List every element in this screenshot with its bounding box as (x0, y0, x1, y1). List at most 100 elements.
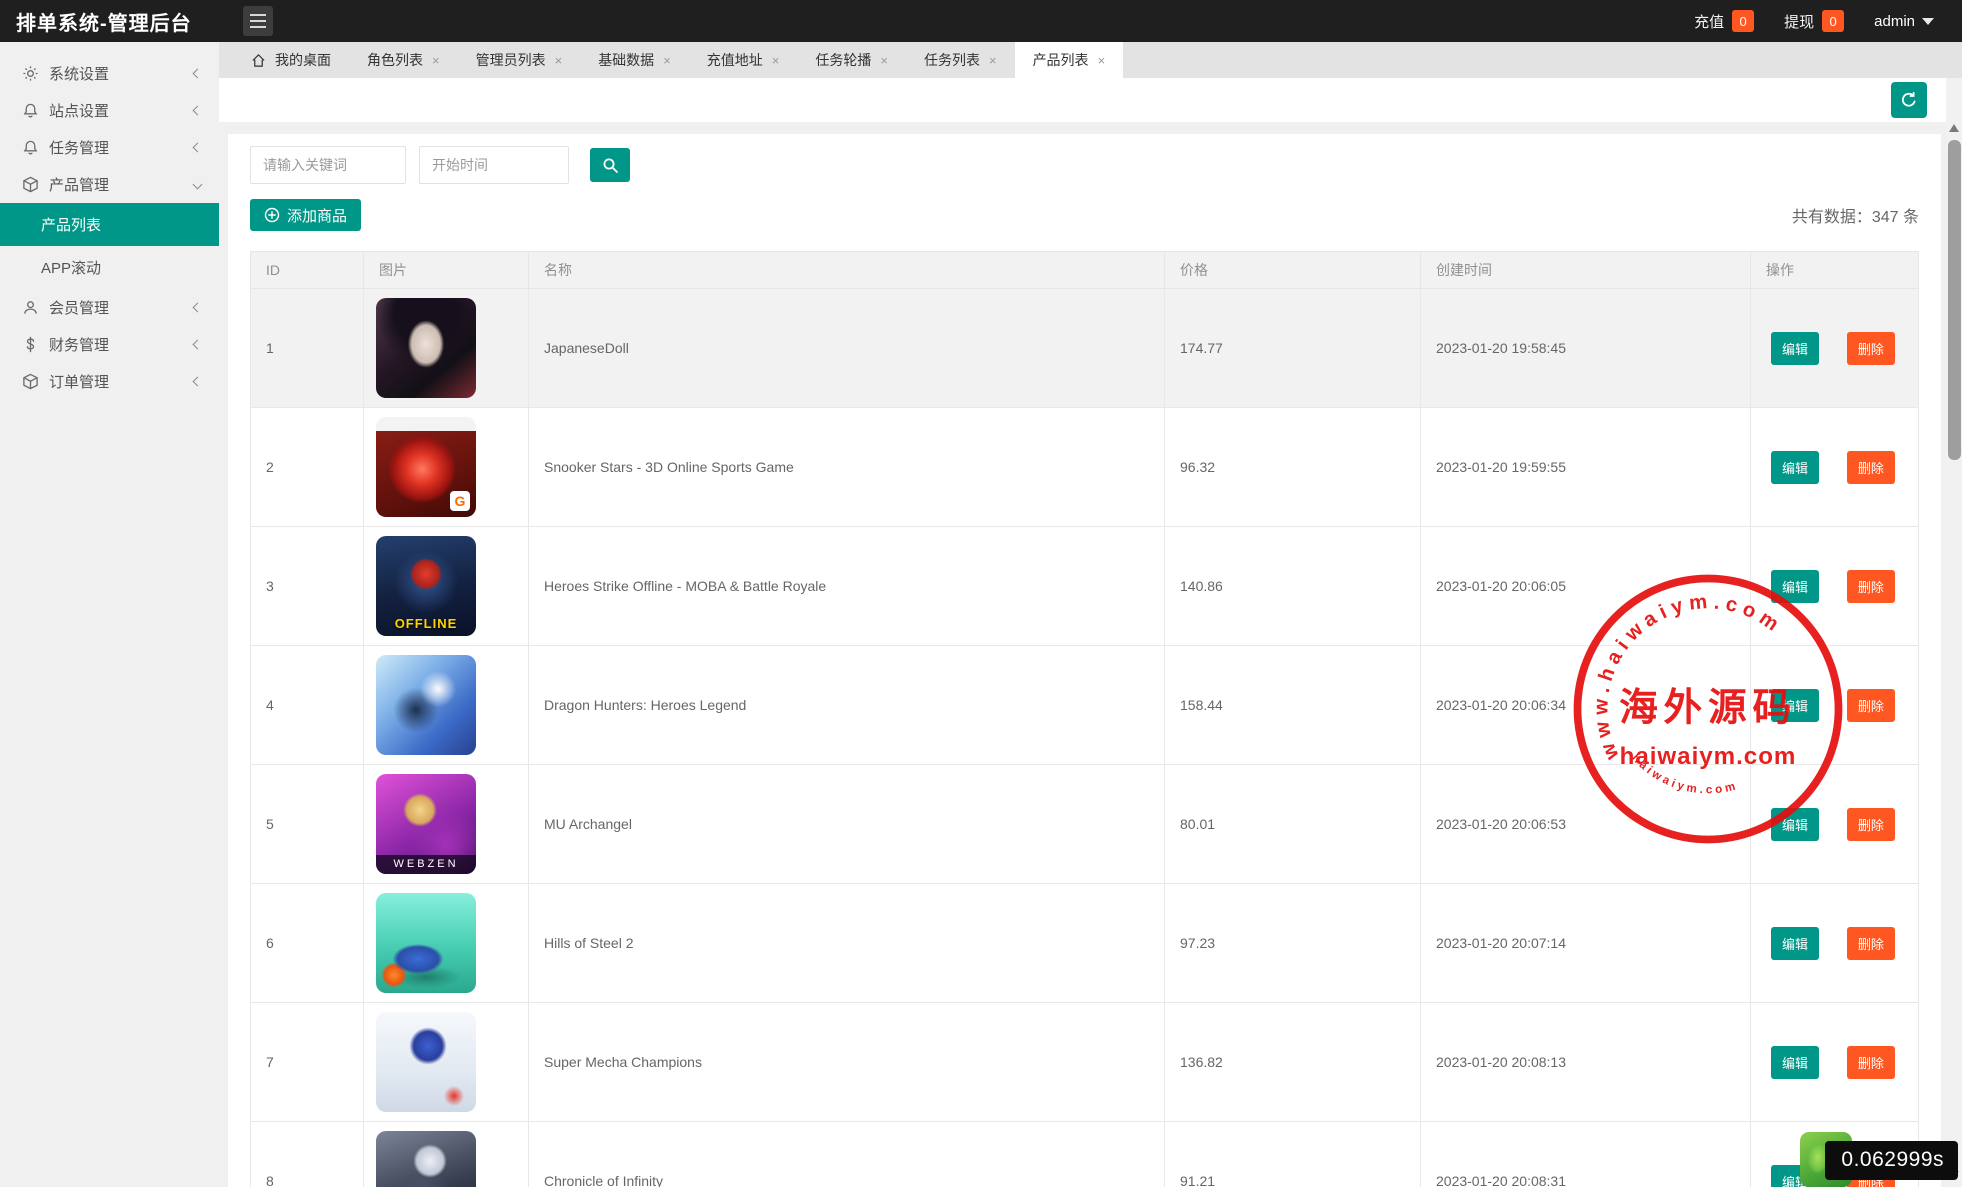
close-icon[interactable]: × (1098, 54, 1106, 67)
chevron-down-icon (193, 180, 203, 190)
close-icon[interactable]: × (663, 54, 671, 67)
sidebar-item-product-list[interactable]: 产品列表 (0, 203, 219, 246)
product-image (376, 298, 476, 398)
sidebar-item-label: 系统设置 (49, 63, 109, 84)
delete-button[interactable]: 删除 (1847, 927, 1895, 960)
top-header: 排单系统-管理后台 充值 0 提现 0 admin (0, 0, 1962, 42)
sidebar-item-product-management[interactable]: 产品管理 (0, 166, 219, 203)
username: admin (1874, 13, 1915, 30)
edit-button[interactable]: 编辑 (1771, 1046, 1819, 1079)
sidebar-item-system-settings[interactable]: 系统设置 (0, 55, 219, 92)
delete-button[interactable]: 删除 (1847, 570, 1895, 603)
delete-button[interactable]: 删除 (1847, 1046, 1895, 1079)
cell-price: 96.32 (1165, 408, 1421, 527)
close-icon[interactable]: × (989, 54, 997, 67)
sidebar-item-task-management[interactable]: 任务管理 (0, 129, 219, 166)
dollar-icon (22, 336, 39, 353)
cell-name: Chronicle of Infinity (529, 1122, 1165, 1187)
col-header-created: 创建时间 (1421, 252, 1751, 289)
table-row: 1 JapaneseDoll 174.77 2023-01-20 19:58 (251, 289, 1919, 408)
product-image-badge: G (450, 491, 470, 511)
close-icon[interactable]: × (772, 54, 780, 67)
cell-created: 2023-01-20 20:07:14 (1421, 884, 1751, 1003)
cell-price: 91.21 (1165, 1122, 1421, 1187)
sidebar-item-label: 财务管理 (49, 334, 109, 355)
delete-button[interactable]: 删除 (1847, 332, 1895, 365)
tab-product-list[interactable]: 产品列表× (1015, 42, 1124, 78)
search-icon (602, 157, 619, 174)
add-product-label: 添加商品 (287, 205, 347, 226)
edit-button[interactable]: 编辑 (1771, 451, 1819, 484)
total-count: 共有数据：347 条 (1792, 203, 1919, 227)
close-icon[interactable]: × (880, 54, 888, 67)
delete-button[interactable]: 删除 (1847, 689, 1895, 722)
cell-image (364, 1122, 529, 1187)
sidebar-item-app-scroll[interactable]: APP滚动 (0, 246, 219, 289)
close-icon[interactable]: × (432, 54, 440, 67)
cell-image (364, 289, 529, 408)
refresh-button[interactable] (1891, 82, 1927, 118)
withdraw-indicator[interactable]: 提现 0 (1784, 10, 1844, 32)
sidebar-item-order-management[interactable]: 订单管理 (0, 363, 219, 400)
sidebar-item-label: 站点设置 (49, 100, 109, 121)
cell-actions: 编辑 删除 (1751, 408, 1919, 527)
edit-button[interactable]: 编辑 (1771, 927, 1819, 960)
sidebar: 系统设置 站点设置 任务管理 产品管理 产品列表 (0, 42, 219, 1187)
delete-button[interactable]: 删除 (1847, 451, 1895, 484)
edit-button[interactable]: 编辑 (1771, 689, 1819, 722)
product-image (376, 1131, 476, 1187)
edit-button[interactable]: 编辑 (1771, 570, 1819, 603)
user-dropdown[interactable]: admin (1874, 13, 1934, 30)
tab-label: 基础数据 (598, 50, 654, 70)
tab-recharge-address[interactable]: 充值地址 × (689, 42, 798, 78)
product-table: ID 图片 名称 价格 创建时间 操作 1 (250, 251, 1919, 1187)
edit-button[interactable]: 编辑 (1771, 808, 1819, 841)
tab-task-list[interactable]: 任务列表 × (906, 42, 1015, 78)
cube-icon (22, 176, 39, 193)
keyword-input[interactable] (250, 146, 406, 184)
sidebar-item-site-settings[interactable]: 站点设置 (0, 92, 219, 129)
cube-icon (22, 373, 39, 390)
search-row (250, 146, 1919, 184)
tab-role-list[interactable]: 角色列表× (349, 42, 458, 78)
cell-created: 2023-01-20 19:58:45 (1421, 289, 1751, 408)
tab-label: 任务列表 (924, 50, 980, 70)
sidebar-item-finance-management[interactable]: 财务管理 (0, 326, 219, 363)
user-icon (22, 299, 39, 316)
tab-my-desktop[interactable]: 我的桌面 (233, 42, 349, 78)
content-card: 添加商品 共有数据：347 条 ID 图片 名称 价格 创建时间 操作 (228, 134, 1941, 1187)
tab-admin-list[interactable]: 管理员列表 × (458, 42, 581, 78)
main-content: 我的桌面 角色列表× 管理员列表 × 基础数据 × 充值地址 × 任务轮播× 任务列表… (219, 42, 1962, 1187)
hamburger-menu-icon[interactable] (243, 6, 273, 36)
scroll-up-arrow-icon[interactable] (1949, 124, 1959, 132)
cell-id: 4 (251, 646, 364, 765)
chevron-left-icon (193, 69, 203, 79)
tab-basic-data[interactable]: 基础数据 × (580, 42, 689, 78)
search-button[interactable] (590, 148, 630, 182)
cell-created: 2023-01-20 20:06:53 (1421, 765, 1751, 884)
delete-button[interactable]: 删除 (1847, 808, 1895, 841)
recharge-indicator[interactable]: 充值 0 (1694, 10, 1754, 32)
scrollbar-thumb[interactable] (1948, 140, 1961, 460)
tab-task-carousel[interactable]: 任务轮播× (797, 42, 906, 78)
sidebar-item-label: 任务管理 (49, 137, 109, 158)
edit-button[interactable]: 编辑 (1771, 332, 1819, 365)
cell-id: 8 (251, 1122, 364, 1187)
tab-label: 充值地址 (707, 50, 763, 70)
close-icon[interactable]: × (555, 54, 563, 67)
cell-actions: 编辑 删除 (1751, 884, 1919, 1003)
bell-icon (22, 102, 39, 119)
product-image-text: WEBZEN (376, 855, 476, 874)
cell-created: 2023-01-20 20:08:13 (1421, 1003, 1751, 1122)
product-image-text: OFFLINE (376, 616, 476, 631)
recharge-count-badge: 0 (1732, 10, 1754, 32)
cell-price: 174.77 (1165, 289, 1421, 408)
sidebar-item-member-management[interactable]: 会员管理 (0, 289, 219, 326)
cell-image: WEBZEN (364, 765, 529, 884)
cell-created: 2023-01-20 20:06:34 (1421, 646, 1751, 765)
gear-icon (22, 65, 39, 82)
add-product-button[interactable]: 添加商品 (250, 199, 361, 231)
table-row: 8 Chronicle of Infinity 91.21 2023-01- (251, 1122, 1919, 1187)
start-date-input[interactable] (419, 146, 569, 184)
tab-label: 管理员列表 (476, 50, 546, 70)
